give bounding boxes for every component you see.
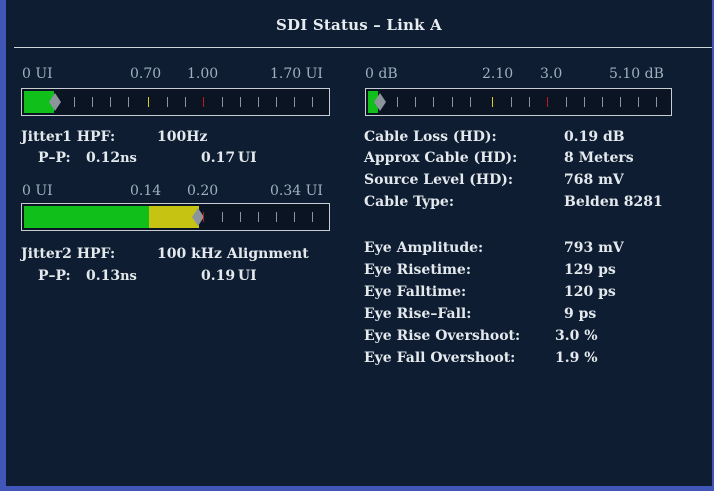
warning-tick [492, 97, 493, 107]
jitter2-meter [21, 203, 330, 231]
eye-fall-overshoot-value: 1.9 % [555, 350, 598, 366]
tick [566, 97, 567, 107]
cable-loss-value: 0.19 dB [564, 129, 625, 145]
tick [638, 97, 639, 107]
window-frame: SDI Status – Link A 0 UI 0.70 1.00 1.70 … [0, 0, 714, 491]
tick [74, 97, 75, 107]
jitter1-scale-min: 0 UI [22, 66, 53, 82]
jitter1-needle-icon [49, 93, 61, 111]
jitter1-pp-label: P–P: [38, 150, 71, 166]
jitter2-meter-fill-normal [24, 206, 149, 228]
jitter1-meter [21, 88, 330, 116]
tick [602, 97, 603, 107]
tick [312, 212, 313, 222]
title-divider [14, 47, 712, 48]
eye-rise-fall-value: 9 ps [564, 306, 597, 322]
tick [433, 97, 434, 107]
tick [397, 97, 398, 107]
tick [312, 97, 313, 107]
tick [222, 97, 223, 107]
tick [222, 212, 223, 222]
tick [128, 97, 129, 107]
jitter2-hpf-value: 100 kHz Alignment [157, 246, 309, 262]
jitter2-pp-ui: 0.19 UI [201, 268, 257, 284]
tick [185, 97, 186, 107]
tick [276, 212, 277, 222]
tick [258, 212, 259, 222]
jitter1-pp-ns: 0.12ns [86, 150, 137, 166]
eye-rise-overshoot-label: Eye Rise Overshoot: [364, 328, 521, 344]
eye-risetime-value: 129 ps [564, 262, 616, 278]
source-level-label: Source Level (HD): [364, 172, 514, 188]
sdi-status-panel: SDI Status – Link A 0 UI 0.70 1.00 1.70 … [6, 0, 712, 486]
approx-cable-label: Approx Cable (HD): [364, 150, 518, 166]
cable-type-label: Cable Type: [364, 194, 454, 210]
tick [92, 97, 93, 107]
eye-fall-overshoot-label: Eye Fall Overshoot: [364, 350, 516, 366]
tick [584, 97, 585, 107]
eye-amplitude-value: 793 mV [564, 240, 624, 256]
jitter1-pp-ui: 0.17 UI [201, 150, 257, 166]
source-level-value: 768 mV [564, 172, 624, 188]
jitter2-scale-limit: 0.20 [187, 183, 219, 199]
eye-falltime-value: 120 ps [564, 284, 616, 300]
jitter2-pp-ns: 0.13ns [86, 268, 137, 284]
panel-title: SDI Status – Link A [276, 16, 442, 34]
limit-tick [203, 212, 204, 222]
jitter2-scale-max: 0.34 UI [270, 183, 323, 199]
cable-scale-warn: 2.10 [482, 66, 514, 82]
tick [240, 97, 241, 107]
cable-scale-max: 5.10 dB [609, 66, 664, 82]
tick [656, 97, 657, 107]
tick [167, 97, 168, 107]
tick [110, 97, 111, 107]
cable-scale-min: 0 dB [365, 66, 398, 82]
tick [415, 97, 416, 107]
eye-falltime-label: Eye Falltime: [364, 284, 467, 300]
jitter2-scale-min: 0 UI [22, 183, 53, 199]
cable-needle-icon [374, 93, 386, 111]
eye-amplitude-label: Eye Amplitude: [364, 240, 484, 256]
tick [452, 97, 453, 107]
cable-scale-limit: 3.0 [540, 66, 563, 82]
jitter2-hpf-label: Jitter2 HPF: [21, 246, 116, 262]
warning-tick [148, 97, 149, 107]
jitter1-scale-limit: 1.00 [187, 66, 219, 82]
approx-cable-value: 8 Meters [564, 150, 634, 166]
tick [529, 97, 530, 107]
jitter1-scale-max: 1.70 UI [270, 66, 323, 82]
tick [620, 97, 621, 107]
limit-tick [203, 97, 204, 107]
tick [294, 212, 295, 222]
tick [470, 97, 471, 107]
jitter1-scale-warn: 0.70 [130, 66, 162, 82]
cable-type-value: Belden 8281 [564, 194, 663, 210]
jitter1-hpf-value: 100Hz [157, 129, 208, 145]
eye-rise-fall-label: Eye Rise–Fall: [364, 306, 472, 322]
tick [258, 97, 259, 107]
tick [294, 97, 295, 107]
cable-loss-label: Cable Loss (HD): [364, 129, 497, 145]
tick [276, 97, 277, 107]
limit-tick [547, 97, 548, 107]
eye-rise-overshoot-value: 3.0 % [555, 328, 598, 344]
tick [511, 97, 512, 107]
jitter2-pp-label: P–P: [38, 268, 71, 284]
eye-risetime-label: Eye Risetime: [364, 262, 472, 278]
tick [240, 212, 241, 222]
jitter2-scale-warn: 0.14 [130, 183, 162, 199]
cable-loss-meter [365, 88, 672, 116]
jitter1-hpf-label: Jitter1 HPF: [21, 129, 116, 145]
